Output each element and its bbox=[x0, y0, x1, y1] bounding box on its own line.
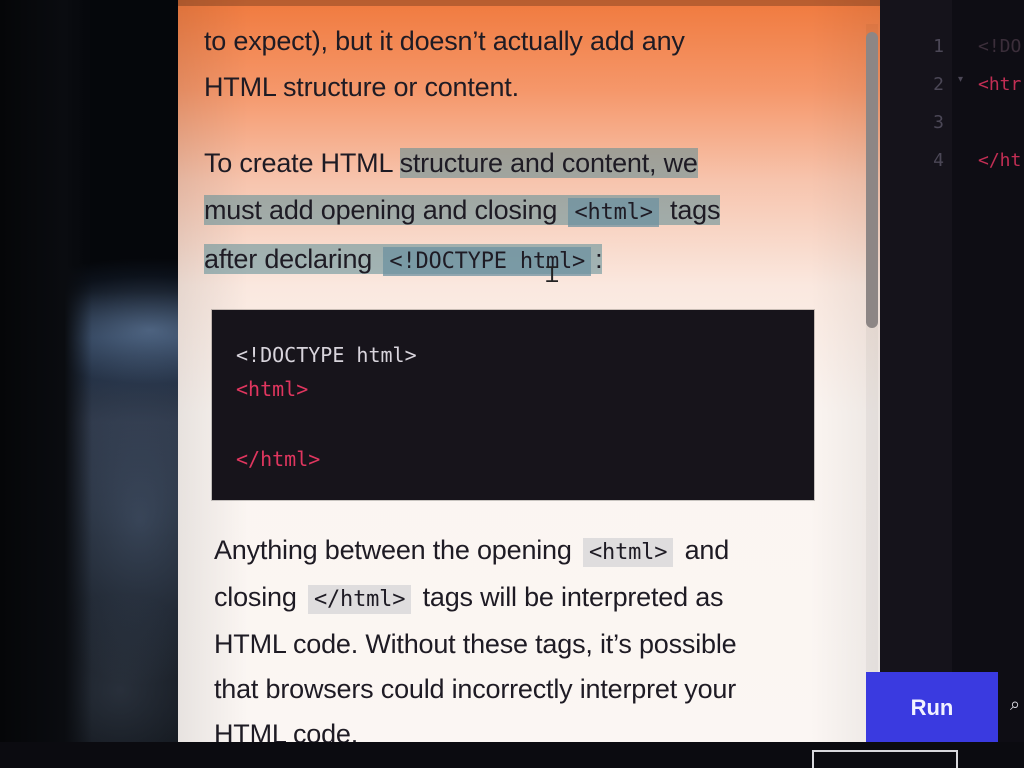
lesson-paragraph-1: to expect), but it doesn’t actually add … bbox=[204, 18, 844, 110]
code-block: <!DOCTYPE html> <html> </html> bbox=[212, 310, 814, 500]
lesson-paragraph-3-line-3: HTML code. Without these tags, it’s poss… bbox=[214, 629, 737, 659]
cursor-icon: ⌕ bbox=[1010, 694, 1021, 715]
lesson-paragraph-1-line-1: to expect), but it doesn’t actually add … bbox=[204, 26, 685, 56]
top-edge-shadow bbox=[178, 0, 880, 6]
lesson-paragraph-3-line-4: that browsers could incorrectly interpre… bbox=[214, 674, 737, 704]
inline-code-html-close: </html> bbox=[307, 585, 412, 614]
scrollbar-thumb[interactable] bbox=[866, 32, 878, 328]
line-number: 4 bbox=[933, 150, 944, 171]
code-line-html-open: <html> bbox=[236, 377, 309, 401]
bottom-button-outline[interactable] bbox=[812, 750, 958, 768]
lesson-paragraph-2: To create HTML structure and content, we… bbox=[204, 140, 804, 285]
text-segment: closing bbox=[214, 582, 304, 612]
selected-text-block: must add opening and closing <html> tags bbox=[204, 195, 721, 227]
screen: to expect), but it doesn’t actually add … bbox=[0, 0, 1024, 768]
code-line-html-close: </html> bbox=[236, 447, 321, 471]
line-number: 2 bbox=[933, 74, 944, 95]
lesson-paragraph-1-line-2: HTML structure or content. bbox=[204, 72, 519, 102]
text-segment: Anything between the opening bbox=[214, 535, 579, 565]
line-number: 3 bbox=[933, 112, 944, 133]
lesson-paragraph-3-line-2: closing </html> tags will be interpreted… bbox=[214, 575, 814, 622]
lesson-paragraph-3-line-1: Anything between the opening <html> and bbox=[214, 528, 814, 575]
code-editor[interactable]: 1 2 3 4 ▾ <!DO <htr </ht bbox=[880, 0, 1024, 752]
editor-gutter bbox=[880, 0, 952, 672]
text-segment: tags will be interpreted as bbox=[415, 582, 724, 612]
lesson-paragraph-2-line-1: To create HTML structure and content, we bbox=[204, 140, 804, 187]
editor-code-line[interactable]: </ht bbox=[978, 150, 1021, 172]
text-cursor-icon: Ɪ bbox=[546, 263, 559, 288]
code-line-doctype: <!DOCTYPE html> bbox=[236, 343, 417, 367]
editor-code-line[interactable]: <!DO bbox=[978, 36, 1021, 58]
inline-code-doctype: <!DOCTYPE html> bbox=[383, 247, 592, 276]
editor-code-line[interactable]: <htr bbox=[978, 74, 1021, 96]
selected-text-block: after declaring <!DOCTYPE html>: bbox=[204, 244, 603, 276]
inline-code-html-open: <html> bbox=[583, 538, 674, 567]
screen-bezel-shadow bbox=[0, 0, 92, 768]
text-segment: To create HTML bbox=[204, 148, 400, 178]
text-segment: and bbox=[677, 535, 730, 565]
fold-arrow-icon[interactable]: ▾ bbox=[958, 74, 963, 86]
inline-code-html: <html> bbox=[568, 198, 659, 227]
text-segment: must add opening and closing bbox=[204, 195, 565, 225]
selected-text: structure and content, we bbox=[399, 148, 698, 178]
lesson-paragraph-2-line-3: after declaring <!DOCTYPE html>: bbox=[204, 236, 804, 285]
text-segment: after declaring bbox=[204, 244, 380, 274]
lesson-paragraph-3: Anything between the opening <html> and … bbox=[214, 528, 814, 752]
run-button[interactable]: Run bbox=[866, 672, 998, 742]
text-segment: tags bbox=[662, 195, 721, 225]
text-segment: : bbox=[595, 244, 603, 274]
lesson-panel: to expect), but it doesn’t actually add … bbox=[178, 0, 880, 752]
line-number: 1 bbox=[933, 36, 944, 57]
lesson-paragraph-2-line-2: must add opening and closing <html> tags bbox=[204, 187, 804, 236]
